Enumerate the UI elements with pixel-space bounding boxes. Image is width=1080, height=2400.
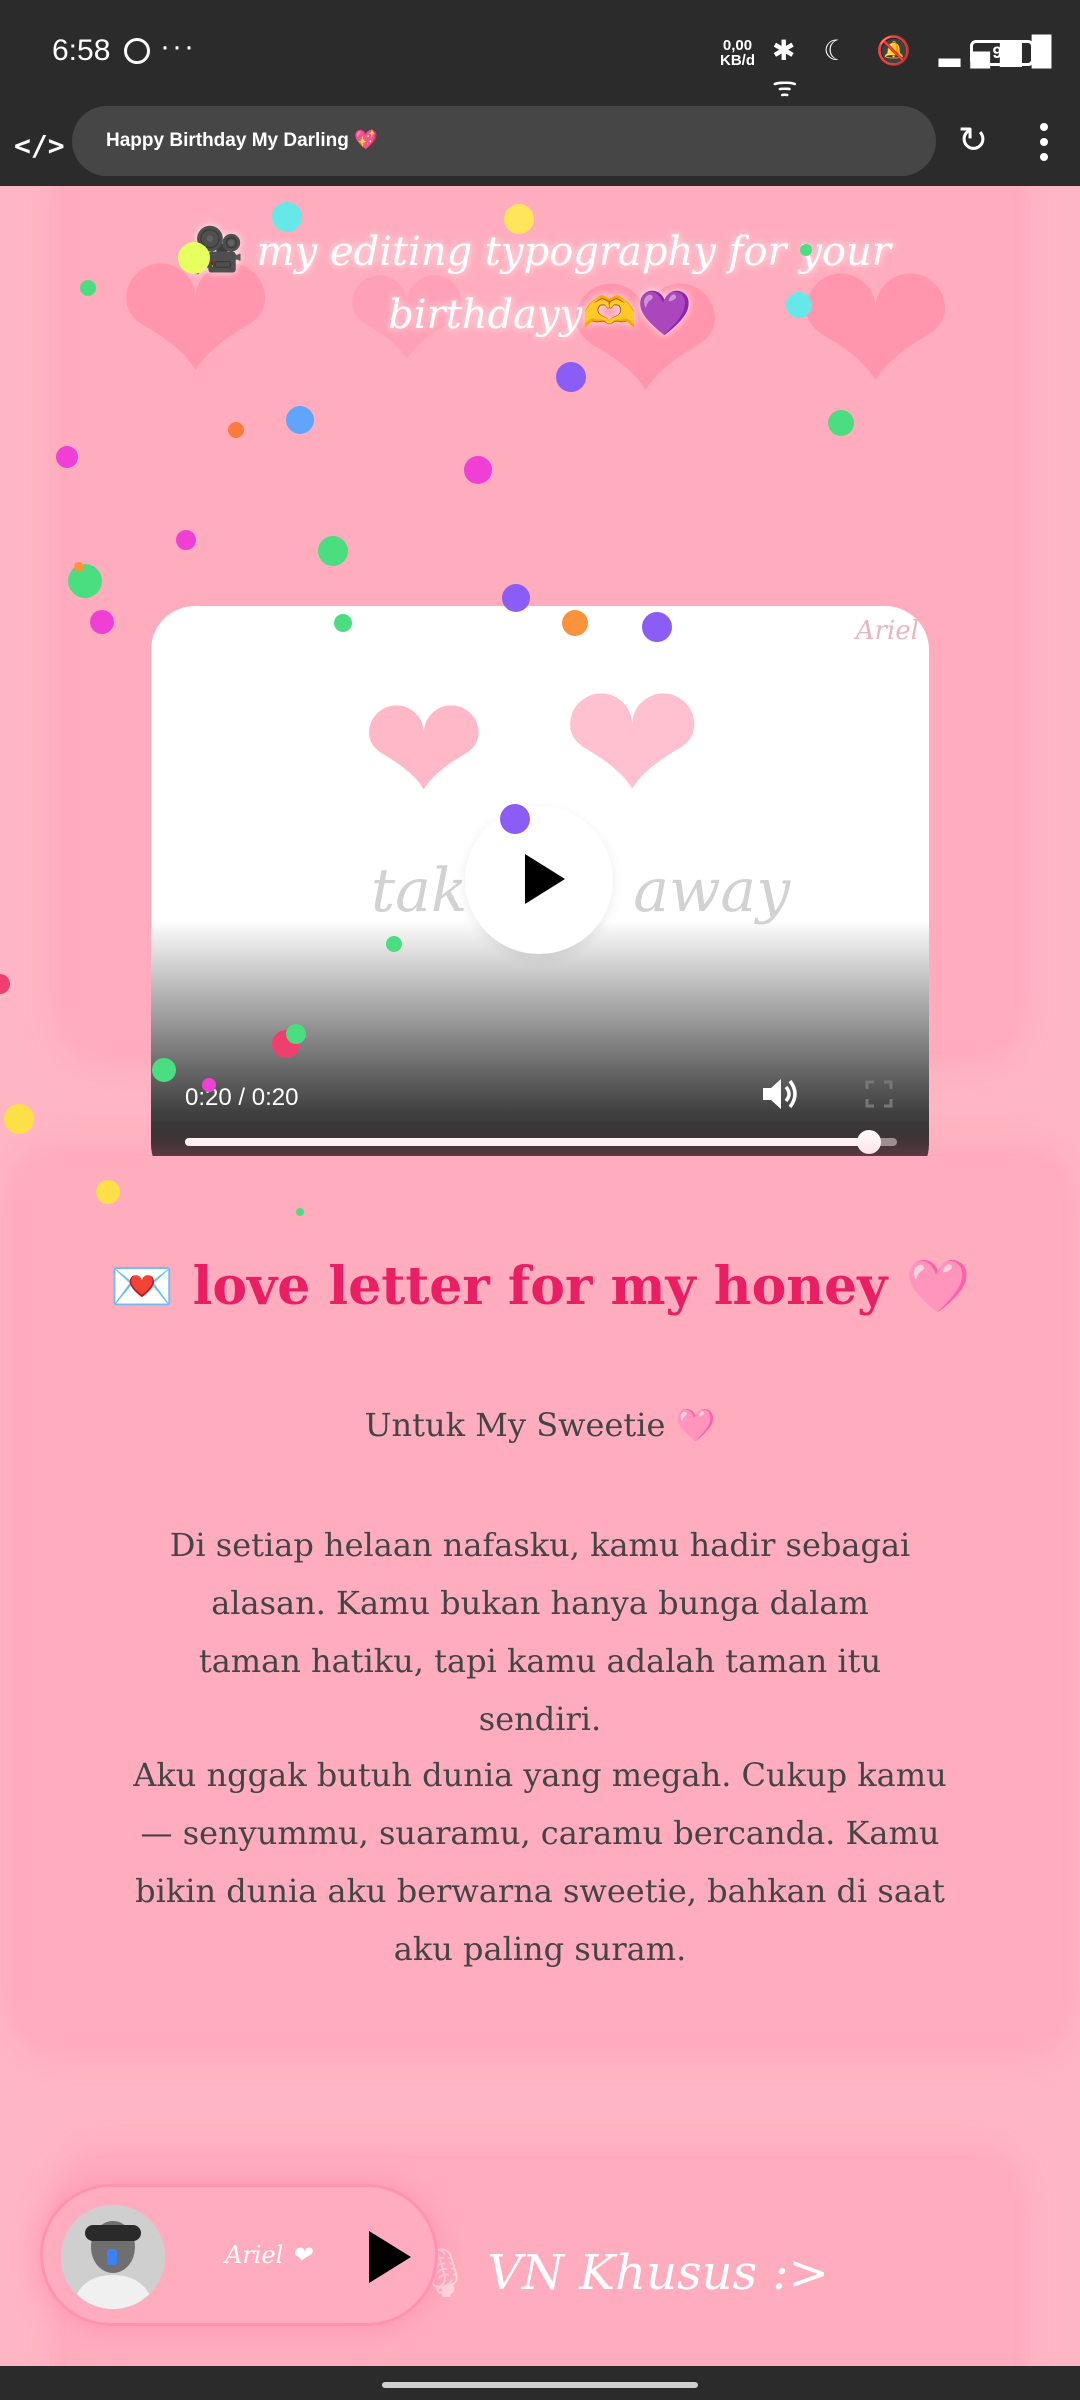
- love-letter-icon: 💌: [109, 1257, 175, 1317]
- reload-icon[interactable]: ↻: [958, 123, 992, 159]
- confetti-dot: [296, 1208, 304, 1216]
- fullscreen-icon[interactable]: [865, 1080, 893, 1108]
- page-content[interactable]: ❤ ❤ ❤ ❤ 🎥 my editing typography for your…: [0, 186, 1080, 2366]
- home-indicator[interactable]: [382, 2382, 698, 2388]
- network-speed-value: 0,00: [722, 37, 753, 54]
- heart-hands-emoji: 🫶💜: [582, 288, 692, 339]
- confetti-dot: [4, 1104, 34, 1134]
- video-player[interactable]: ❤ ❤ take me away Ariel 0:20 / 0:20: [151, 606, 929, 1188]
- video-section-title: 🎥 my editing typography for your birthda…: [66, 220, 1014, 346]
- arrow-heart-icon: ❤: [361, 664, 487, 838]
- confetti-dot: [800, 244, 812, 256]
- gift-heart-icon: ❤: [561, 646, 704, 844]
- confetti-dot: [562, 610, 588, 636]
- pink-heart-icon: 🩷: [905, 1257, 971, 1317]
- confetti-dot: [502, 584, 530, 612]
- letter-greeting: Untuk My Sweetie 🩷: [364, 1406, 716, 1444]
- confetti-dot: [786, 292, 812, 318]
- page-title-field[interactable]: Happy Birthday My Darling 💖: [72, 106, 936, 176]
- site-logo-icon[interactable]: </>: [14, 124, 65, 168]
- letter-paragraph: Di setiap helaan nafasku, kamu hadir seb…: [169, 1526, 911, 1738]
- network-speed: 0,00 KB/d: [720, 38, 755, 68]
- confetti-dot: [828, 410, 854, 436]
- confetti-dot: [0, 974, 10, 994]
- confetti-dot: [286, 406, 314, 434]
- confetti-dot: [504, 204, 534, 234]
- video-title-text: my editing typography for your birthdayy: [256, 229, 891, 338]
- confetti-dot: [556, 362, 586, 392]
- confetti-dot: [74, 562, 84, 572]
- confetti-dot: [176, 530, 196, 550]
- love-letter-card: 💌 love letter for my honey 🩷 Untuk My Sw…: [18, 1156, 1062, 2046]
- avatar-photo: [61, 2205, 165, 2309]
- music-mini-player[interactable]: Ariel ❤: [40, 2184, 438, 2326]
- battery-icon: 95: [970, 40, 1039, 66]
- mini-play-button[interactable]: [363, 2229, 413, 2283]
- status-bar: 6:58 ··· 0,00 KB/d ✱ ☾ 🔕 ▂▄▆█ ᯤ 95: [0, 0, 1080, 106]
- video-corner-mark: Ariel: [855, 616, 919, 646]
- confetti-dot: [202, 1078, 216, 1092]
- network-speed-unit: KB/d: [720, 52, 755, 69]
- confetti-dot: [318, 536, 348, 566]
- volume-icon[interactable]: [761, 1076, 801, 1112]
- confetti-dot: [90, 610, 114, 634]
- navigation-bar: [0, 2366, 1080, 2400]
- voice-note-title-text: VN Khusus :>: [487, 2245, 829, 2301]
- confetti-dot: [96, 1180, 120, 1204]
- confetti-dot: [68, 564, 102, 598]
- confetti-dot: [464, 456, 492, 484]
- confetti-dot: [80, 280, 96, 296]
- whatsapp-icon: [124, 38, 150, 64]
- mini-player-label: Ariel ❤: [225, 2241, 312, 2269]
- more-notifications-icon: ···: [160, 30, 196, 63]
- seek-bar-fill: [185, 1138, 869, 1146]
- seek-bar[interactable]: [185, 1130, 897, 1154]
- confetti-dot: [56, 446, 78, 468]
- overflow-menu-icon[interactable]: [1030, 120, 1058, 164]
- avatar: [61, 2205, 165, 2309]
- confetti-dot: [386, 936, 402, 952]
- browser-toolbar: </> Happy Birthday My Darling 💖 ↻: [0, 106, 1080, 186]
- confetti-dot: [642, 612, 672, 642]
- play-button[interactable]: [465, 806, 613, 954]
- confetti-dot: [286, 1024, 306, 1044]
- confetti-dot: [228, 422, 244, 438]
- confetti-dot: [334, 614, 352, 632]
- confetti-dot: [500, 804, 530, 834]
- letter-paragraph: Aku nggak butuh dunia yang megah. Cukup …: [133, 1756, 947, 1968]
- confetti-dot: [178, 242, 210, 274]
- letter-title: 💌 love letter for my honey 🩷: [18, 1256, 1062, 1317]
- status-time: 6:58: [52, 34, 111, 67]
- confetti-dot: [152, 1058, 176, 1082]
- seek-bar-handle[interactable]: [856, 1130, 881, 1154]
- confetti-dot: [272, 202, 302, 232]
- letter-title-text: love letter for my honey: [192, 1256, 888, 1317]
